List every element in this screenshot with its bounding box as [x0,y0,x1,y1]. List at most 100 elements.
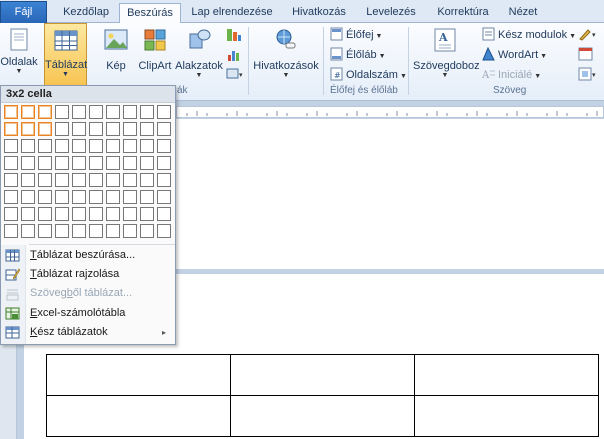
grid-cell[interactable] [4,173,18,187]
tab-hivatkozas[interactable]: Hivatkozás [286,3,352,23]
grid-cell[interactable] [38,207,52,221]
grid-cell[interactable] [106,173,120,187]
grid-cell[interactable] [72,207,86,221]
date-time-icon[interactable] [578,47,594,61]
grid-cell[interactable] [140,105,154,119]
grid-cell[interactable] [38,156,52,170]
grid-cell[interactable] [72,173,86,187]
grid-cell[interactable] [106,105,120,119]
grid-cell[interactable] [55,173,69,187]
grid-cell[interactable] [55,156,69,170]
smartart-icon[interactable] [226,27,242,43]
grid-cell[interactable] [4,190,18,204]
grid-cell[interactable] [21,173,35,187]
grid-cell[interactable] [38,173,52,187]
grid-cell[interactable] [157,105,171,119]
grid-cell[interactable] [140,207,154,221]
grid-cell[interactable] [38,122,52,136]
grid-cell[interactable] [55,139,69,153]
grid-cell[interactable] [4,139,18,153]
tab-nezet[interactable]: Nézet [505,3,541,23]
grid-cell[interactable] [72,139,86,153]
grid-cell[interactable] [123,190,137,204]
grid-cell[interactable] [4,224,18,238]
grid-cell[interactable] [38,105,52,119]
grid-cell[interactable] [72,224,86,238]
document-table[interactable] [46,354,599,437]
table-cell[interactable] [414,354,599,396]
grid-cell[interactable] [72,122,86,136]
grid-cell[interactable] [4,122,18,136]
grid-cell[interactable] [106,139,120,153]
grid-cell[interactable] [157,156,171,170]
horizontal-ruler[interactable] [176,106,604,118]
grid-cell[interactable] [4,105,18,119]
grid-cell[interactable] [38,139,52,153]
kesz-modulok-button[interactable]: Kész modulok ▼ [482,26,576,44]
grid-cell[interactable] [55,190,69,204]
grid-cell[interactable] [4,207,18,221]
grid-cell[interactable] [123,173,137,187]
clipart-button[interactable]: ClipArt [136,26,174,72]
grid-cell[interactable] [89,156,103,170]
grid-cell[interactable] [21,139,35,153]
tab-levelezes[interactable]: Levelezés [361,3,421,23]
grid-cell[interactable] [123,105,137,119]
grid-cell[interactable] [4,156,18,170]
table-cell[interactable] [46,395,231,437]
grid-cell[interactable] [21,190,35,204]
menu-item-insert-table[interactable]: Táblázat beszúrása... [1,246,175,265]
grid-cell[interactable] [21,105,35,119]
grid-cell[interactable] [72,156,86,170]
grid-cell[interactable] [140,139,154,153]
grid-cell[interactable] [89,139,103,153]
tab-lap-elrendezese[interactable]: Lap elrendezése [189,3,275,23]
grid-cell[interactable] [21,207,35,221]
szovegdoboz-button[interactable]: A Szövegdoboz ▼ [413,26,480,80]
tab-korrektura[interactable]: Korrektúra [428,3,498,23]
grid-cell[interactable] [89,122,103,136]
grid-cell[interactable] [55,207,69,221]
grid-cell[interactable] [72,190,86,204]
grid-cell[interactable] [157,190,171,204]
alakzatok-button[interactable]: Alakzatok ▼ [175,26,223,80]
grid-cell[interactable] [21,122,35,136]
elolab-button[interactable]: Élőláb ▼ [330,46,386,64]
grid-cell[interactable] [55,122,69,136]
oldalak-button[interactable]: Oldalak ▼ [0,26,38,76]
wordart-button[interactable]: WordArt ▼ [482,46,547,64]
grid-cell[interactable] [157,122,171,136]
tab-beszuras[interactable]: Beszúrás [119,3,181,24]
grid-cell[interactable] [89,207,103,221]
tab-kezdolap[interactable]: Kezdőlap [56,3,116,23]
menu-item-draw-table[interactable]: Táblázat rajzolása [1,265,175,284]
table-cell[interactable] [46,354,231,396]
grid-cell[interactable] [55,224,69,238]
grid-cell[interactable] [55,105,69,119]
table-cell[interactable] [230,395,415,437]
menu-item-excel-sheet[interactable]: Excel-számolótábla [1,304,175,323]
grid-cell[interactable] [140,156,154,170]
grid-cell[interactable] [38,224,52,238]
grid-cell[interactable] [38,190,52,204]
screenshot-icon[interactable]: ▾ [226,67,244,81]
grid-cell[interactable] [140,224,154,238]
table-cell[interactable] [230,354,415,396]
elofej-button[interactable]: Élőfej ▼ [330,26,382,44]
grid-cell[interactable] [106,156,120,170]
grid-cell[interactable] [123,224,137,238]
grid-cell[interactable] [106,224,120,238]
chart-icon[interactable] [226,47,242,63]
grid-cell[interactable] [157,224,171,238]
object-icon[interactable]: ▾ [578,67,600,81]
tab-file[interactable]: Fájl [0,1,47,23]
table-cell[interactable] [414,395,599,437]
grid-cell[interactable] [157,139,171,153]
grid-cell[interactable] [106,122,120,136]
grid-cell[interactable] [123,122,137,136]
iniciale-button[interactable]: A Iniciálé ▼ [481,66,541,84]
grid-cell[interactable] [21,224,35,238]
grid-cell[interactable] [89,224,103,238]
grid-cell[interactable] [89,190,103,204]
menu-item-quick-tables[interactable]: Kész táblázatok ▸ [1,323,175,342]
